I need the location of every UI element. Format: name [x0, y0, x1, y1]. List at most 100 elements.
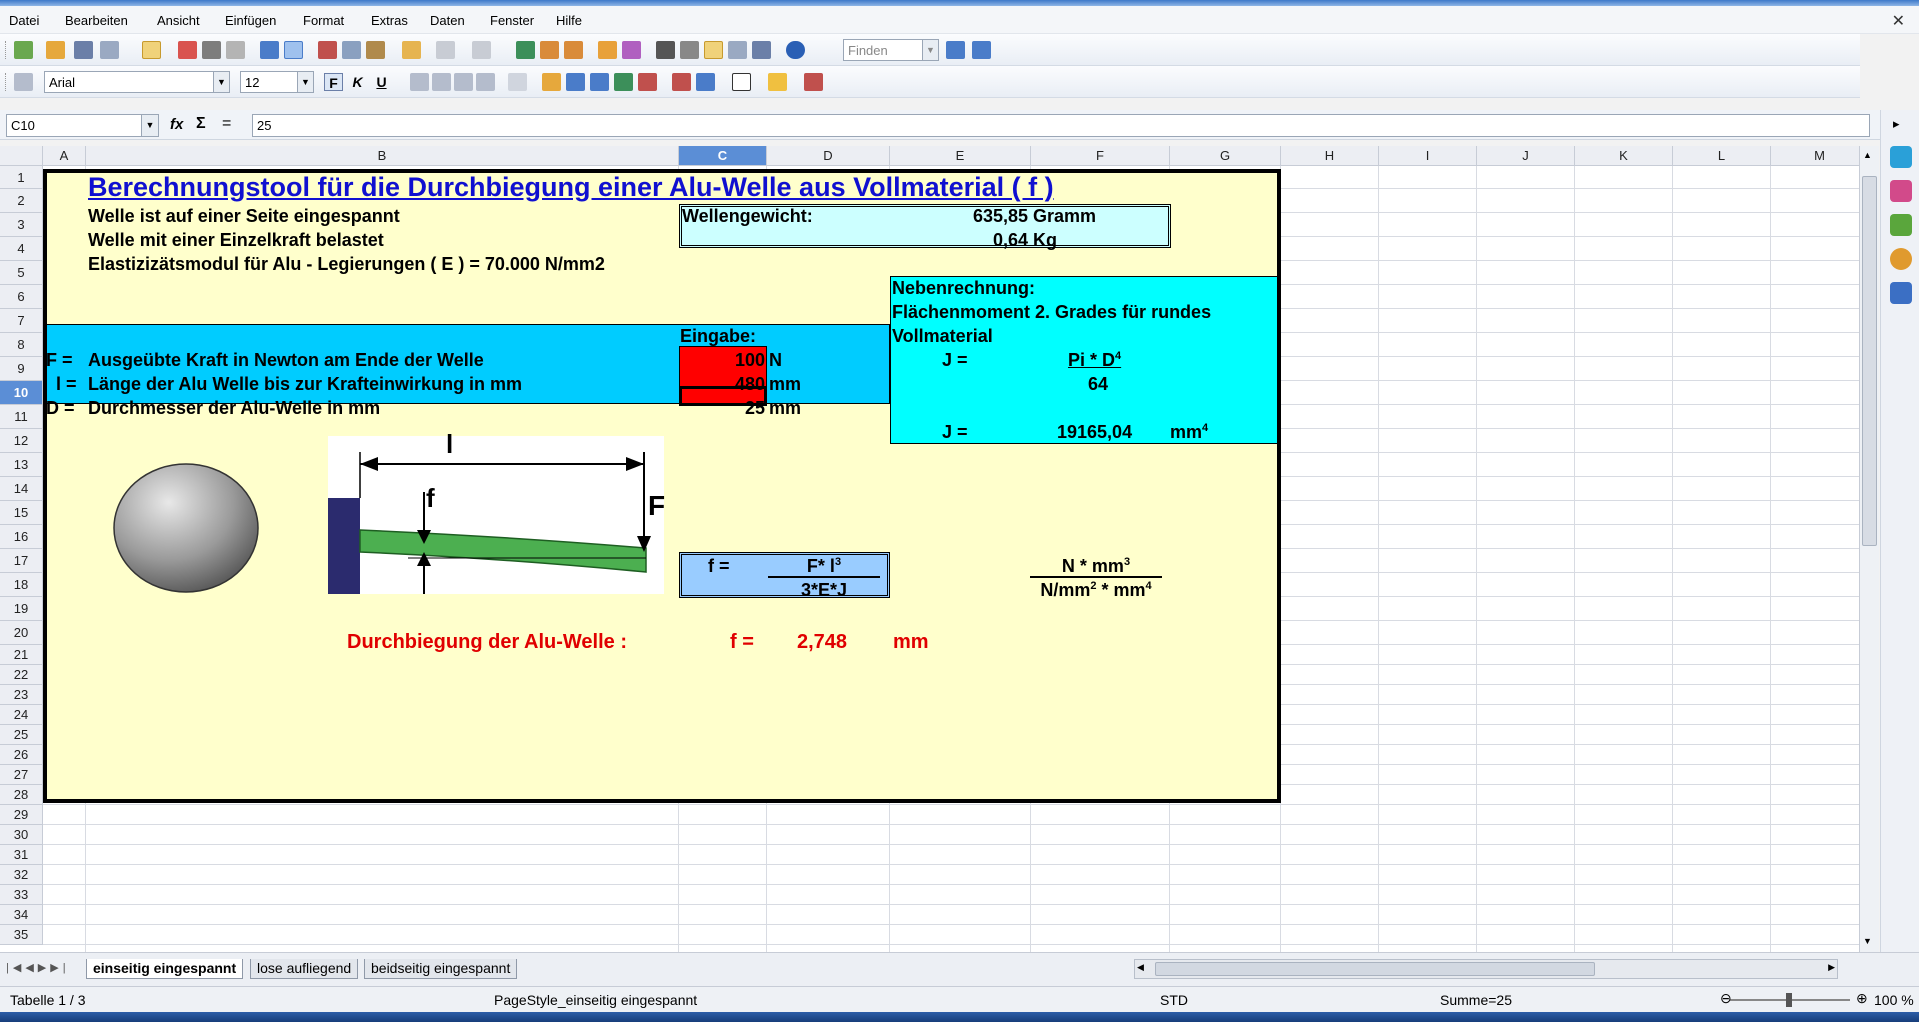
scroll-up-icon[interactable]: ▲: [1863, 150, 1872, 160]
print-preview-icon[interactable]: [226, 41, 245, 59]
gallery-sidebar-icon[interactable]: [1890, 214, 1912, 236]
menu-datei[interactable]: Datei: [9, 13, 39, 28]
draw-functions-icon[interactable]: [622, 41, 641, 59]
column-header[interactable]: F: [1031, 146, 1170, 166]
column-header[interactable]: G: [1170, 146, 1281, 166]
tab-einseitig-eingespannt[interactable]: einseitig eingespannt: [86, 959, 244, 979]
functions-sidebar-icon[interactable]: [1890, 282, 1912, 304]
close-icon[interactable]: ✕: [1892, 11, 1905, 31]
chevron-down-icon[interactable]: ▼: [297, 72, 313, 92]
row-header[interactable]: 10: [0, 381, 43, 405]
column-header[interactable]: B: [86, 146, 679, 166]
row-header[interactable]: 16: [0, 525, 43, 549]
menu-fenster[interactable]: Fenster: [490, 13, 534, 28]
function-wizard-icon[interactable]: fx: [170, 116, 183, 133]
vertical-scrollbar[interactable]: ▲ ▼: [1859, 146, 1879, 952]
find-previous-icon[interactable]: [972, 41, 991, 59]
length-input[interactable]: 480: [679, 374, 765, 394]
sidebar-menu-icon[interactable]: ▸: [1893, 116, 1900, 132]
zoom-slider-handle[interactable]: [1786, 993, 1792, 1007]
column-header[interactable]: K: [1575, 146, 1673, 166]
chevron-down-icon[interactable]: ▼: [141, 115, 158, 136]
standard-format-icon[interactable]: [590, 73, 609, 91]
bold-button[interactable]: F: [324, 73, 343, 91]
menu-bearbeiten[interactable]: Bearbeiten: [65, 13, 128, 28]
row-header[interactable]: 33: [0, 885, 43, 905]
status-page-style[interactable]: PageStyle_einseitig eingespannt: [494, 992, 697, 1008]
force-input[interactable]: 100: [679, 350, 765, 370]
find-input[interactable]: Finden ▼: [843, 39, 939, 61]
cut-icon[interactable]: [318, 41, 337, 59]
column-header[interactable]: C: [679, 146, 767, 166]
row-header[interactable]: 25: [0, 725, 43, 745]
scroll-right-icon[interactable]: ▶: [1828, 962, 1835, 973]
add-decimal-icon[interactable]: [614, 73, 633, 91]
menu-daten[interactable]: Daten: [430, 13, 465, 28]
increase-indent-icon[interactable]: [696, 73, 715, 91]
font-name-combo[interactable]: Arial ▼: [44, 71, 230, 93]
row-header[interactable]: 12: [0, 429, 43, 453]
find-next-icon[interactable]: [946, 41, 965, 59]
menu-einfuegen[interactable]: Einfügen: [225, 13, 276, 28]
row-header[interactable]: 19: [0, 597, 43, 621]
decrease-indent-icon[interactable]: [672, 73, 691, 91]
row-header[interactable]: 22: [0, 665, 43, 685]
open-folder-icon[interactable]: [46, 41, 65, 59]
styles-formatting-icon[interactable]: [1890, 180, 1912, 202]
row-header[interactable]: 7: [0, 309, 43, 333]
scroll-down-icon[interactable]: ▼: [1863, 936, 1872, 946]
row-header[interactable]: 1: [0, 166, 43, 189]
row-header[interactable]: 2: [0, 189, 43, 213]
row-header[interactable]: 30: [0, 825, 43, 845]
row-header[interactable]: 35: [0, 925, 43, 945]
undo-icon[interactable]: [436, 41, 455, 59]
currency-format-icon[interactable]: [542, 73, 561, 91]
row-header[interactable]: 3: [0, 213, 43, 237]
print-icon[interactable]: [202, 41, 221, 59]
paste-icon[interactable]: [366, 41, 385, 59]
menu-extras[interactable]: Extras: [371, 13, 408, 28]
column-header[interactable]: L: [1673, 146, 1771, 166]
row-header[interactable]: 4: [0, 237, 43, 261]
gallery-icon[interactable]: [704, 41, 723, 59]
row-header[interactable]: 13: [0, 453, 43, 477]
percent-format-icon[interactable]: [566, 73, 585, 91]
spellcheck-icon[interactable]: [260, 41, 279, 59]
vertical-scroll-thumb[interactable]: [1862, 176, 1877, 546]
chevron-down-icon[interactable]: ▼: [922, 40, 938, 60]
merge-cells-icon[interactable]: [508, 73, 527, 91]
horizontal-scrollbar[interactable]: ◀ ▶: [1134, 959, 1838, 979]
borders-icon[interactable]: [732, 73, 751, 91]
row-header[interactable]: 23: [0, 685, 43, 705]
row-header[interactable]: 34: [0, 905, 43, 925]
align-right-icon[interactable]: [454, 73, 473, 91]
name-box[interactable]: C10 ▼: [6, 114, 159, 137]
row-header[interactable]: 26: [0, 745, 43, 765]
tab-navigation-arrows[interactable]: |◀◀▶▶|: [6, 961, 70, 974]
autospellcheck-icon[interactable]: [284, 41, 303, 59]
zoom-icon[interactable]: [752, 41, 771, 59]
justify-icon[interactable]: [476, 73, 495, 91]
styles-icon[interactable]: [14, 73, 33, 91]
data-sources-icon[interactable]: [728, 41, 747, 59]
chevron-down-icon[interactable]: ▼: [213, 72, 229, 92]
find-replace-icon[interactable]: [656, 41, 675, 59]
chart-icon[interactable]: [598, 41, 617, 59]
row-header[interactable]: 6: [0, 285, 43, 309]
toolbar-grip[interactable]: [5, 41, 8, 59]
row-header[interactable]: 24: [0, 705, 43, 725]
row-header[interactable]: 21: [0, 645, 43, 665]
menu-hilfe[interactable]: Hilfe: [556, 13, 582, 28]
font-size-combo[interactable]: 12 ▼: [240, 71, 314, 93]
row-header[interactable]: 17: [0, 549, 43, 573]
underline-button[interactable]: U: [372, 73, 391, 91]
help-icon[interactable]: [786, 41, 805, 59]
row-header[interactable]: 32: [0, 865, 43, 885]
copy-icon[interactable]: [342, 41, 361, 59]
navigator-icon[interactable]: [680, 41, 699, 59]
redo-icon[interactable]: [472, 41, 491, 59]
new-document-icon[interactable]: [14, 41, 33, 59]
column-header[interactable]: M: [1771, 146, 1859, 166]
select-all-corner[interactable]: [0, 146, 43, 166]
properties-icon[interactable]: [1890, 146, 1912, 168]
